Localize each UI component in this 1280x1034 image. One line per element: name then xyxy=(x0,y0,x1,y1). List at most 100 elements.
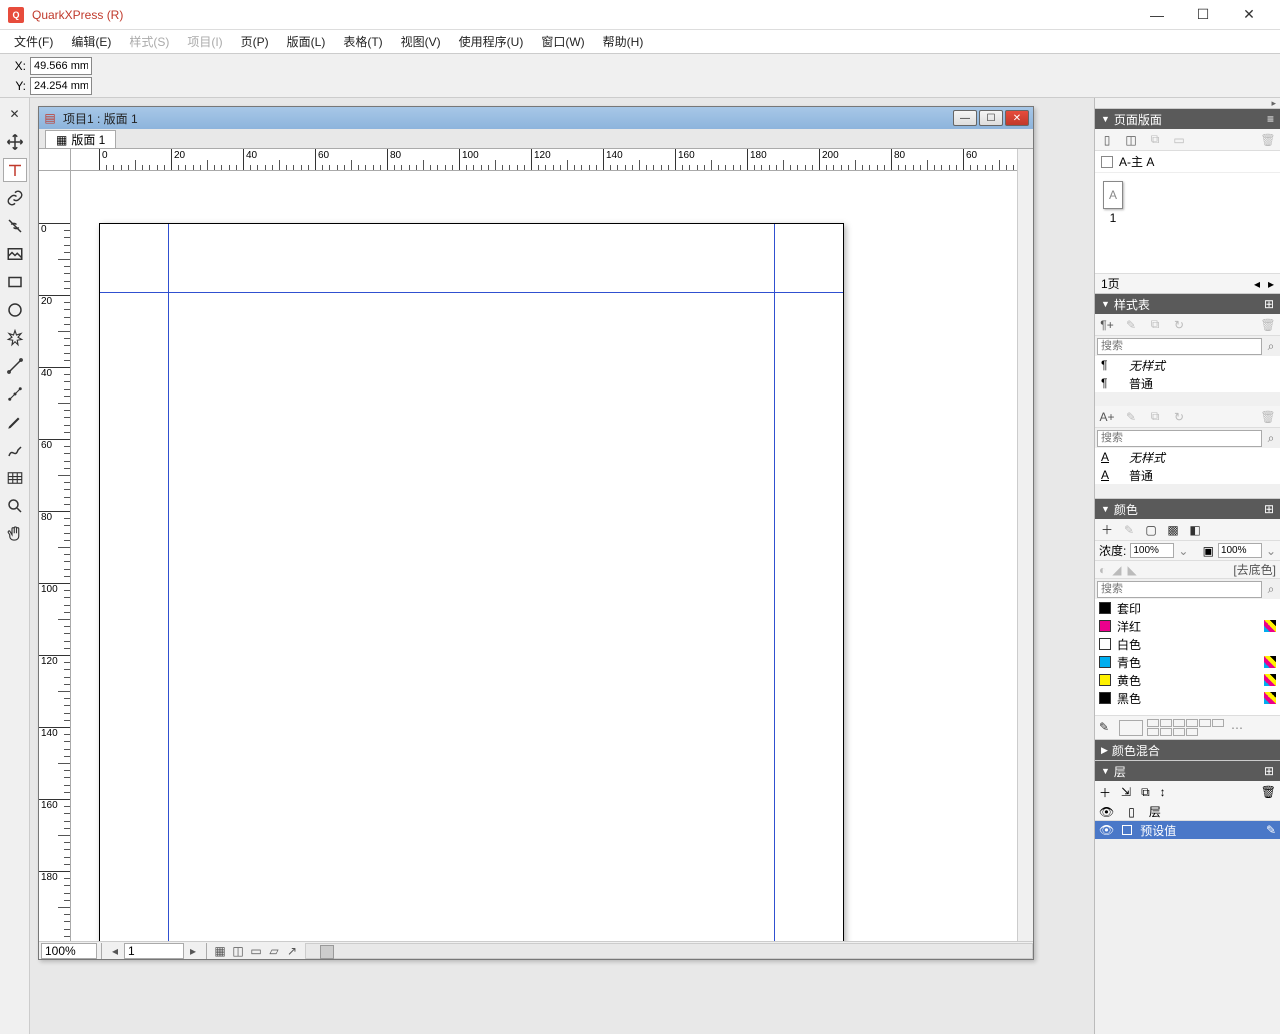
canvas-viewport[interactable] xyxy=(71,171,1017,941)
opacity-input-1[interactable] xyxy=(1130,543,1174,558)
doc-maximize-button[interactable]: ☐ xyxy=(979,110,1003,126)
single-page-icon[interactable]: ▯ xyxy=(1099,132,1115,148)
delete-char-style-icon[interactable]: 🗑 xyxy=(1260,409,1276,425)
opacity-target-icon[interactable]: ▣ xyxy=(1203,544,1214,558)
color-search-input[interactable] xyxy=(1097,581,1262,598)
color-yellow[interactable]: 黄色 xyxy=(1095,671,1280,689)
opacity-input-2[interactable] xyxy=(1218,543,1262,558)
line-tool[interactable] xyxy=(3,354,27,378)
coord-x-input[interactable] xyxy=(30,57,92,75)
layer-default[interactable]: 👁 预设值 ✎ xyxy=(1095,821,1280,839)
text-tool[interactable] xyxy=(3,158,27,182)
scrollbar-vertical[interactable] xyxy=(1017,149,1033,941)
panels-collapse-icon[interactable]: ▸ xyxy=(1271,98,1276,108)
text-color-icon[interactable]: ◧ xyxy=(1187,522,1203,538)
menu-page[interactable]: 页(P) xyxy=(233,30,277,53)
unlink-tool[interactable] xyxy=(3,214,27,238)
window-maximize-button[interactable]: ☐ xyxy=(1180,0,1226,30)
view-mode-2-icon[interactable]: ◫ xyxy=(230,943,246,959)
update-style-icon[interactable]: ↻ xyxy=(1171,317,1187,333)
page-prev-icon[interactable]: ◂ xyxy=(107,943,123,959)
facing-page-icon[interactable]: ◫ xyxy=(1123,132,1139,148)
window-close-button[interactable]: ✕ xyxy=(1226,0,1272,30)
coord-y-input[interactable] xyxy=(30,77,92,95)
search-icon[interactable]: ⌕ xyxy=(1264,582,1278,596)
blend-menu-icon[interactable]: ⋯ xyxy=(1231,721,1243,735)
frame-color-icon[interactable]: ▢ xyxy=(1143,522,1159,538)
ruler-origin[interactable] xyxy=(39,149,71,171)
dropdown-icon[interactable]: ⌄ xyxy=(1266,544,1276,558)
starburst-tool[interactable] xyxy=(3,326,27,350)
search-icon[interactable]: ⌕ xyxy=(1264,339,1278,353)
add-color-icon[interactable]: ＋ xyxy=(1099,522,1115,538)
search-icon[interactable]: ⌕ xyxy=(1264,431,1278,445)
ruler-horizontal[interactable]: 020406080100120140160180200806040 xyxy=(71,149,1017,171)
move-layer-icon[interactable]: ↕ xyxy=(1160,785,1166,799)
menu-window[interactable]: 窗口(W) xyxy=(533,30,592,53)
window-minimize-button[interactable]: — xyxy=(1134,0,1180,30)
current-color-swatch[interactable] xyxy=(1119,720,1143,736)
bezier-tool[interactable] xyxy=(3,382,27,406)
color-white[interactable]: 白色 xyxy=(1095,635,1280,653)
view-mode-1-icon[interactable]: ▦ xyxy=(212,943,228,959)
para-style-none[interactable]: ¶无样式 xyxy=(1095,356,1280,374)
merge-layer-icon[interactable]: ⇲ xyxy=(1121,785,1131,799)
link-tool[interactable] xyxy=(3,186,27,210)
panel-header-color-blend[interactable]: ▶ 颜色混合 xyxy=(1095,740,1280,760)
dup-char-style-icon[interactable]: ⧉ xyxy=(1147,409,1163,425)
menu-item[interactable]: 项目(I) xyxy=(179,30,230,53)
menu-view[interactable]: 视图(V) xyxy=(393,30,449,53)
panel-options-icon[interactable]: ⊞ xyxy=(1264,502,1274,516)
color-magenta[interactable]: 洋红 xyxy=(1095,617,1280,635)
dropdown-icon[interactable]: ⌄ xyxy=(1178,544,1188,558)
delete-layer-icon[interactable]: 🗑 xyxy=(1261,785,1276,799)
layout-tab[interactable]: ▦ 版面 1 xyxy=(45,130,116,148)
edit-layer-icon[interactable]: ⧉ xyxy=(1141,785,1150,800)
page-nav-next-icon[interactable]: ▸ xyxy=(1268,277,1274,291)
page[interactable] xyxy=(99,223,844,941)
new-layer-icon[interactable]: ＋ xyxy=(1099,784,1111,801)
master-page-item[interactable]: A-主 A xyxy=(1095,151,1280,173)
knockout-icon-2[interactable]: ◢ xyxy=(1112,563,1121,577)
oval-tool[interactable] xyxy=(3,298,27,322)
edit-style-icon[interactable]: ✎ xyxy=(1123,317,1139,333)
section-icon[interactable]: ▭ xyxy=(1171,132,1187,148)
layer-edit-icon[interactable]: ✎ xyxy=(1266,823,1276,837)
fill-color-icon[interactable]: ▩ xyxy=(1165,522,1181,538)
color-cyan[interactable]: 青色 xyxy=(1095,653,1280,671)
view-mode-4-icon[interactable]: ▱ xyxy=(266,943,282,959)
dup-style-icon[interactable]: ⧉ xyxy=(1147,317,1163,333)
pan-tool[interactable] xyxy=(3,522,27,546)
page-field[interactable]: 1 xyxy=(124,943,184,959)
update-char-style-icon[interactable]: ↻ xyxy=(1171,409,1187,425)
knockout-icon-3[interactable]: ◣ xyxy=(1127,563,1136,577)
ruler-vertical[interactable]: 020406080100120140160180200 xyxy=(39,171,71,943)
page-next-icon[interactable]: ▸ xyxy=(185,943,201,959)
delete-style-icon[interactable]: 🗑 xyxy=(1260,317,1276,333)
menu-help[interactable]: 帮助(H) xyxy=(595,30,652,53)
panel-header-page-layout[interactable]: ▼ 页面版面 ≡ xyxy=(1095,109,1280,129)
color-overprint[interactable]: 套印 xyxy=(1095,599,1280,617)
style-search-input[interactable] xyxy=(1097,338,1262,355)
document-titlebar[interactable]: ▤ 项目1 : 版面 1 — ☐ ✕ xyxy=(39,107,1033,129)
page-nav-prev-icon[interactable]: ◂ xyxy=(1254,277,1260,291)
scrollbar-horizontal[interactable] xyxy=(305,943,1033,959)
duplicate-page-icon[interactable]: ⧉ xyxy=(1147,132,1163,148)
menu-layout[interactable]: 版面(L) xyxy=(279,30,334,53)
char-style-search-input[interactable] xyxy=(1097,430,1262,447)
knockout-icon-1[interactable]: ◐ xyxy=(1099,563,1106,577)
para-style-normal[interactable]: ¶普通 xyxy=(1095,374,1280,392)
freehand-tool[interactable] xyxy=(3,438,27,462)
menu-style[interactable]: 样式(S) xyxy=(121,30,177,53)
menu-table[interactable]: 表格(T) xyxy=(335,30,390,53)
page-thumbnail[interactable]: A 1 xyxy=(1103,181,1123,265)
edit-color-icon[interactable]: ✎ xyxy=(1121,522,1137,538)
delete-page-icon[interactable]: 🗑 xyxy=(1260,132,1276,148)
move-tool[interactable] xyxy=(3,130,27,154)
gradient-ramp[interactable] xyxy=(1147,719,1227,736)
panel-options-icon[interactable]: ⊞ xyxy=(1264,297,1274,311)
eyedropper-icon[interactable]: ✎ xyxy=(1099,720,1115,736)
rectangle-tool[interactable] xyxy=(3,270,27,294)
zoom-tool[interactable] xyxy=(3,494,27,518)
menu-file[interactable]: 文件(F) xyxy=(6,30,61,53)
